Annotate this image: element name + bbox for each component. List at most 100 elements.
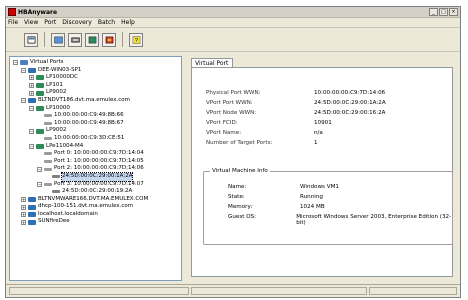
property-label: VPort FCID: (206, 120, 238, 126)
vm-info-value: Microsoft Windows Server 2003, Enterpris… (296, 214, 452, 226)
property-row: VPort Port WWN: 24:5D:00:0C:29:00:1A:2A (206, 100, 446, 110)
tree-node[interactable]: − LPe11004-M4 (10, 143, 181, 151)
tree-node[interactable]: − Port 2: 10:00:00:00:C9:7D:14:06 (10, 165, 181, 173)
hba-button[interactable] (85, 32, 99, 47)
tree-node-label: LPe11004-M4 (46, 142, 84, 149)
property-value: n/a (314, 130, 323, 136)
tree-node[interactable]: − Virtual Ports (10, 59, 181, 67)
collapse-toggle[interactable]: − (12, 59, 19, 66)
vm-info-group: Virtual Machine Info Name: Windows VM1 St… (203, 168, 453, 245)
tree-node[interactable]: Port 0: 10:00:00:00:C9:7D:14:04 (10, 150, 181, 158)
tree-node[interactable]: 10:00:00:00:C9:49:8B:67 (10, 120, 181, 128)
tree-node-label: 10:00:00:00:C9:49:8B:66 (54, 112, 124, 119)
tree-node[interactable]: 24:5D:00:0C:29:00:1A:2A (10, 171, 181, 182)
tree-node-label: LP10000 (46, 104, 70, 111)
host-icon (28, 212, 36, 218)
tree-node[interactable]: + LP9002 (10, 89, 181, 97)
tree-node-label: 10:00:00:00:C9:3D:CE:51 (54, 134, 125, 141)
property-row: VPort Node WWN: 24:5D:00:0C:29:00:16:2A (206, 110, 446, 120)
expand-toggle[interactable]: + (20, 211, 27, 218)
property-row: Physical Port WWN: 10:00:00:00:C9:7D:14:0… (206, 90, 446, 100)
tree-node[interactable]: + LP10000DC (10, 74, 181, 82)
property-value: 10:00:00:00:C9:7D:14:06 (314, 90, 386, 96)
tree-node[interactable]: + LP101 (10, 82, 181, 90)
tree-node-label: LP101 (46, 81, 63, 88)
vm-info-value: Windows VM1 (300, 184, 339, 190)
collapse-toggle[interactable]: − (28, 128, 35, 135)
expand-toggle[interactable]: + (28, 74, 35, 81)
menu-help[interactable]: Help (121, 19, 135, 26)
view-hosts-button[interactable] (24, 32, 38, 47)
tree-node[interactable]: − DEE-WIN03-SP1 (10, 67, 181, 75)
tree-node[interactable]: + dhcp-100-151.dvt.ma.emulex.com (10, 203, 181, 211)
tree-node[interactable]: + localhost.localdomain (10, 211, 181, 219)
menu-port[interactable]: Port (44, 19, 56, 26)
collapse-toggle[interactable]: − (20, 97, 27, 104)
collapse-toggle[interactable]: − (36, 166, 43, 173)
expand-toggle[interactable]: + (20, 204, 27, 211)
menu-view[interactable]: View (24, 19, 38, 26)
root-icon (20, 60, 28, 66)
collapse-toggle[interactable]: − (36, 181, 43, 188)
app-icon (8, 8, 16, 16)
port-icon (44, 167, 52, 171)
expand-toggle[interactable]: + (28, 90, 35, 97)
tree-node[interactable]: − BLTNDVT186.dvt.ma.emulex.com (10, 97, 181, 105)
toolbar-separator (44, 32, 45, 47)
property-label: VPort Node WWN: (206, 110, 257, 116)
expand-toggle[interactable]: + (20, 196, 27, 203)
tree-node[interactable]: + BLTNVMWARE166.DVT.MA.EMULEX.COM (10, 196, 181, 204)
local-hbas-button[interactable] (68, 32, 82, 47)
menu-discovery[interactable]: Discovery (62, 19, 92, 26)
plus-icon: + (29, 75, 34, 81)
tree-node[interactable]: 24:5D:00:0C:29:00:19:2A (10, 188, 181, 196)
minus-icon: − (29, 143, 34, 149)
tree-node[interactable]: − LP9002 (10, 127, 181, 135)
virtual-port-panel: Physical Port WWN: 10:00:00:00:C9:7D:14:0… (191, 67, 453, 277)
vm-info-label: Guest OS: (228, 214, 257, 220)
tree-node[interactable]: 10:00:00:00:C9:3D:CE:51 (10, 135, 181, 143)
tree-node-label: 10:00:00:00:C9:49:8B:67 (54, 119, 124, 126)
device-tree[interactable]: − Virtual Ports − DEE-WIN03-SP1 + LP10000DC + L… (9, 56, 182, 281)
vport-icon (52, 175, 60, 179)
tree-node-label: Port 3: 10:00:00:00:C9:7D:14:07 (54, 180, 144, 187)
property-row: Number of Target Ports: 1 (206, 140, 446, 150)
hba-icon (36, 143, 44, 149)
property-value: 24:5D:00:0C:29:00:1A:2A (314, 100, 386, 106)
view-fabric-button[interactable] (51, 32, 65, 47)
tree-node[interactable]: Port 1: 10:00:00:00:C9:7D:14:05 (10, 158, 181, 166)
vport-properties: Physical Port WWN: 10:00:00:00:C9:7D:14:0… (206, 90, 446, 150)
tree-node[interactable]: − LP10000 (10, 105, 181, 113)
settings-button[interactable] (102, 32, 116, 47)
hba-icon (36, 90, 44, 96)
tree-node[interactable]: + SUNfireDee (10, 218, 181, 226)
app-window: HBAnyware _ □ × File View Port Discovery… (5, 6, 461, 298)
tree-node[interactable]: 10:00:00:00:C9:49:8B:66 (10, 112, 181, 120)
minimize-button[interactable]: _ (429, 8, 438, 16)
menu-batch[interactable]: Batch (98, 19, 115, 26)
property-label: Physical Port WWN: (206, 90, 261, 96)
help-button[interactable]: ? (129, 32, 143, 47)
collapse-toggle[interactable]: − (28, 105, 35, 112)
view-fabric-icon (53, 36, 63, 43)
collapse-toggle[interactable]: − (20, 67, 27, 74)
status-bar (6, 284, 460, 297)
tree-node-label: Port 1: 10:00:00:00:C9:7D:14:05 (54, 157, 144, 164)
expand-toggle[interactable]: + (28, 82, 35, 89)
plus-icon: + (29, 83, 34, 89)
maximize-button[interactable]: □ (439, 8, 448, 16)
tree-node-label: LP10000DC (46, 74, 78, 81)
vm-info-row: Name: Windows VM1 (228, 184, 452, 194)
property-value: 24:5D:00:0C:29:00:16:2A (314, 110, 386, 116)
menu-file[interactable]: File (8, 19, 18, 26)
collapse-toggle[interactable]: − (28, 143, 35, 150)
vm-info-row: State: Running (228, 194, 452, 204)
hba-icon (36, 128, 44, 134)
expand-toggle[interactable]: + (20, 219, 27, 226)
tree-node[interactable]: − Port 3: 10:00:00:00:C9:7D:14:07 (10, 181, 181, 189)
plus-icon: + (21, 219, 26, 225)
minus-icon: − (29, 105, 34, 111)
help-icon: ? (132, 35, 140, 44)
status-pane (191, 287, 367, 295)
close-button[interactable]: × (449, 8, 458, 16)
